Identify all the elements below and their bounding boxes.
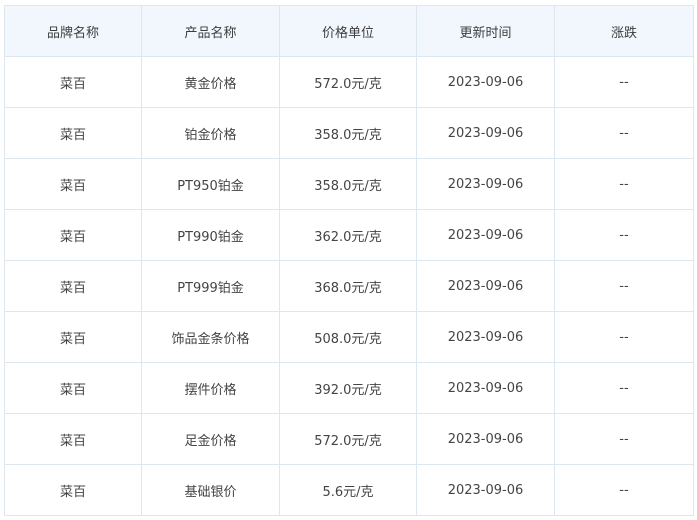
header-product: 产品名称 [141, 5, 280, 57]
table-row: 菜百 足金价格 572.0元/克 2023-09-06 -- [4, 413, 694, 465]
cell-product: 摆件价格 [141, 362, 280, 414]
cell-product: 基础银价 [141, 464, 280, 516]
cell-change: -- [554, 260, 694, 312]
cell-change: -- [554, 362, 694, 414]
table-row: 菜百 PT999铂金 368.0元/克 2023-09-06 -- [4, 260, 694, 312]
cell-date: 2023-09-06 [416, 260, 555, 312]
cell-brand: 菜百 [4, 413, 142, 465]
cell-date: 2023-09-06 [416, 158, 555, 210]
cell-change: -- [554, 107, 694, 159]
price-table-container: 品牌名称 产品名称 价格单位 更新时间 涨跌 菜百 黄金价格 572.0元/克 … [4, 5, 694, 516]
table-row: 菜百 PT950铂金 358.0元/克 2023-09-06 -- [4, 158, 694, 210]
cell-change: -- [554, 413, 694, 465]
cell-date: 2023-09-06 [416, 56, 555, 108]
cell-product: 黄金价格 [141, 56, 280, 108]
cell-product: PT999铂金 [141, 260, 280, 312]
cell-price: 358.0元/克 [279, 107, 417, 159]
cell-product: 铂金价格 [141, 107, 280, 159]
table-row: 菜百 PT990铂金 362.0元/克 2023-09-06 -- [4, 209, 694, 261]
cell-brand: 菜百 [4, 56, 142, 108]
cell-brand: 菜百 [4, 311, 142, 363]
cell-price: 358.0元/克 [279, 158, 417, 210]
cell-price: 392.0元/克 [279, 362, 417, 414]
table-row: 菜百 铂金价格 358.0元/克 2023-09-06 -- [4, 107, 694, 159]
header-brand: 品牌名称 [4, 5, 142, 57]
cell-price: 572.0元/克 [279, 413, 417, 465]
cell-product: 饰品金条价格 [141, 311, 280, 363]
cell-date: 2023-09-06 [416, 413, 555, 465]
cell-price: 362.0元/克 [279, 209, 417, 261]
cell-price: 508.0元/克 [279, 311, 417, 363]
cell-brand: 菜百 [4, 158, 142, 210]
cell-price: 368.0元/克 [279, 260, 417, 312]
cell-date: 2023-09-06 [416, 311, 555, 363]
cell-price: 5.6元/克 [279, 464, 417, 516]
cell-change: -- [554, 464, 694, 516]
cell-brand: 菜百 [4, 209, 142, 261]
table-row: 菜百 饰品金条价格 508.0元/克 2023-09-06 -- [4, 311, 694, 363]
cell-date: 2023-09-06 [416, 464, 555, 516]
cell-date: 2023-09-06 [416, 209, 555, 261]
table-row: 菜百 黄金价格 572.0元/克 2023-09-06 -- [4, 56, 694, 108]
table-row: 菜百 基础银价 5.6元/克 2023-09-06 -- [4, 464, 694, 516]
cell-change: -- [554, 56, 694, 108]
cell-brand: 菜百 [4, 362, 142, 414]
cell-change: -- [554, 209, 694, 261]
table-header-row: 品牌名称 产品名称 价格单位 更新时间 涨跌 [4, 5, 694, 57]
cell-product: 足金价格 [141, 413, 280, 465]
cell-change: -- [554, 311, 694, 363]
cell-price: 572.0元/克 [279, 56, 417, 108]
cell-product: PT950铂金 [141, 158, 280, 210]
cell-product: PT990铂金 [141, 209, 280, 261]
cell-brand: 菜百 [4, 260, 142, 312]
cell-brand: 菜百 [4, 107, 142, 159]
cell-date: 2023-09-06 [416, 362, 555, 414]
table-row: 菜百 摆件价格 392.0元/克 2023-09-06 -- [4, 362, 694, 414]
header-update-time: 更新时间 [416, 5, 555, 57]
price-table: 品牌名称 产品名称 价格单位 更新时间 涨跌 菜百 黄金价格 572.0元/克 … [4, 5, 694, 516]
cell-change: -- [554, 158, 694, 210]
cell-brand: 菜百 [4, 464, 142, 516]
header-change: 涨跌 [554, 5, 694, 57]
header-price-unit: 价格单位 [279, 5, 417, 57]
cell-date: 2023-09-06 [416, 107, 555, 159]
